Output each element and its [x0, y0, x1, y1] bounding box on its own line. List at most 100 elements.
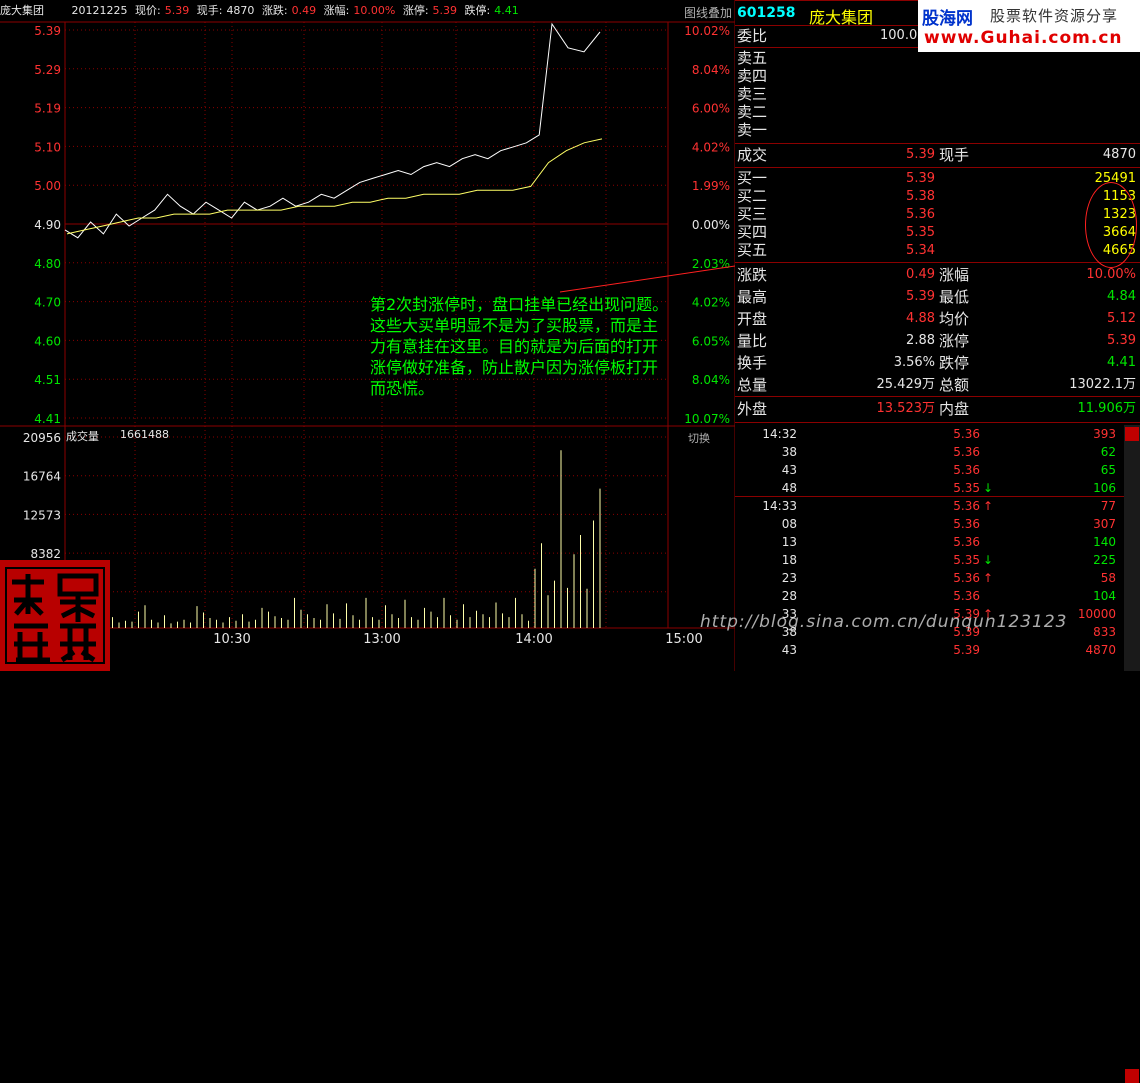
- pct-tick-label: 1.99%: [692, 179, 730, 193]
- stat-value: 3.56%: [893, 355, 935, 370]
- buy-level-row: 买二 5.38 1153: [735, 188, 1140, 206]
- volume-label: 成交量: [66, 430, 99, 443]
- price-tick-label: 5.39: [34, 24, 61, 38]
- time-tick-label: 14:00: [515, 632, 552, 647]
- stat-label: 最高: [737, 288, 768, 306]
- trade-tick-row: 43 5.39 4870: [735, 641, 1140, 659]
- sell-level-label: 卖三: [737, 85, 768, 103]
- hand-label: 现手:: [196, 4, 223, 17]
- buy-level-price: 5.35: [906, 225, 935, 240]
- tick-volume: 833: [1093, 625, 1116, 639]
- quote-topbar: 庞大集团 20121225 现价: 5.39 现手: 4870 涨跌: 0.49 涨幅…: [0, 0, 735, 22]
- blog-watermark: http://blog.sina.com.cn/dunqun123123: [700, 612, 1068, 632]
- watermark-url: www.Guhai.com.cn: [924, 28, 1123, 48]
- buy-level-label: 买三: [737, 205, 768, 223]
- stat-label-2: 最低: [939, 288, 970, 306]
- price-tick-label: 5.29: [34, 63, 61, 77]
- price-value: 5.39: [164, 4, 190, 17]
- quote-panel: 601258 庞大集团 委比 100.00 卖五 卖四 卖三 卖二 卖一 成交 5.39…: [735, 0, 1140, 1083]
- overlay-button[interactable]: 图线叠加: [684, 4, 732, 21]
- scroll-down-icon[interactable]: [1125, 1069, 1139, 1083]
- tick-price: 5.36: [953, 463, 980, 477]
- stat-label: 换手: [737, 354, 768, 372]
- time-tick-label: 15:00: [665, 632, 702, 647]
- tick-time: 23: [781, 571, 797, 585]
- scroll-up-icon[interactable]: [1125, 427, 1139, 441]
- stat-value: 4.88: [906, 311, 935, 326]
- price-tick-label: 4.80: [34, 257, 61, 271]
- pct-tick-label: 10.02%: [684, 24, 730, 38]
- pct-tick-label: 6.00%: [692, 102, 730, 116]
- price-tick-label: 4.60: [34, 334, 61, 348]
- volume-tick-label: 20956: [23, 431, 61, 445]
- stat-value-2: 5.12: [1107, 311, 1136, 326]
- stat-value-2: 4.41: [1107, 355, 1136, 370]
- price-label: 现价:: [135, 4, 161, 17]
- stat-row: 总量 25.429万 总额 13022.1万: [735, 375, 1140, 395]
- volume-value: 1661488: [120, 428, 169, 441]
- deal-hand-label: 现手: [939, 146, 970, 164]
- tick-volume: 62: [1100, 445, 1116, 459]
- annotation-text: 第2次封涨停时，盘口挂单已经出现问题。这些大买单明显不是为了买股票，而是主力有意…: [370, 295, 669, 398]
- buy-level-row: 买三 5.36 1323: [735, 206, 1140, 224]
- tick-time: 14:32: [762, 427, 797, 441]
- buy-level-row: 买一 5.39 25491: [735, 170, 1140, 188]
- stat-value-2: 4.84: [1107, 289, 1136, 304]
- stat-value: 2.88: [906, 333, 935, 348]
- tick-volume: 10000: [1077, 607, 1116, 621]
- tick-time: 18: [781, 553, 797, 567]
- sell-level-row: 卖五: [735, 50, 1140, 68]
- stat-label-2: 均价: [939, 310, 970, 328]
- tick-direction-icon: ↑: [983, 499, 994, 513]
- buy-level-label: 买四: [737, 223, 768, 241]
- price-tick-label: 5.10: [34, 140, 61, 154]
- tick-price: 5.35: [953, 481, 980, 495]
- tick-price: 5.36: [953, 571, 980, 585]
- tick-price: 5.36: [953, 445, 980, 459]
- time-tick-label: 13:00: [363, 632, 400, 647]
- pct-value: 10.00%: [353, 4, 396, 17]
- seal-stamp: [0, 560, 110, 671]
- outer-label: 外盘: [737, 400, 768, 418]
- tick-volume: 140: [1093, 535, 1116, 549]
- tick-volume: 225: [1093, 553, 1116, 567]
- buy-level-label: 买五: [737, 241, 768, 259]
- pct-tick-label: 6.05%: [692, 334, 730, 348]
- limitup-value: 5.39: [432, 4, 458, 17]
- tick-volume: 104: [1093, 589, 1116, 603]
- tick-direction-icon: ↓: [983, 481, 994, 495]
- stat-label: 总量: [737, 376, 768, 394]
- deal-label: 成交: [737, 146, 768, 164]
- average-price-line: [66, 138, 603, 235]
- pct-tick-label: 8.04%: [692, 63, 730, 77]
- outer-inner-row: 外盘 13.523万 内盘 11.906万: [735, 399, 1140, 419]
- hand-value: 4870: [226, 4, 255, 17]
- tick-time: 38: [781, 445, 797, 459]
- stat-label: 开盘: [737, 310, 768, 328]
- price-tick-label: 4.51: [34, 373, 61, 387]
- trade-date: 20121225: [71, 4, 128, 17]
- stat-label-2: 总额: [939, 376, 970, 394]
- pct-tick-label: 2.03%: [692, 257, 730, 271]
- tick-direction-icon: ↓: [983, 553, 994, 567]
- ratio-label: 委比: [737, 27, 768, 45]
- site-watermark: 股海网 股票软件资源分享 www.Guhai.com.cn: [918, 0, 1140, 52]
- tick-time: 43: [781, 463, 797, 477]
- sell-level-row: 卖一: [735, 122, 1140, 140]
- tick-time: 14:33: [762, 499, 797, 513]
- buy-level-price: 5.39: [906, 171, 935, 186]
- price-tick-label: 5.19: [34, 102, 61, 116]
- tick-price: 5.36: [953, 589, 980, 603]
- tick-scrollbar[interactable]: [1124, 425, 1140, 1083]
- sell-level-row: 卖四: [735, 68, 1140, 86]
- buy-level-price: 5.38: [906, 189, 935, 204]
- tick-time: 28: [781, 589, 797, 603]
- seal-stamp-graphic: [5, 567, 105, 664]
- sell-level-row: 卖三: [735, 86, 1140, 104]
- switch-button[interactable]: 切换: [688, 430, 710, 446]
- price-tick-label: 4.70: [34, 296, 61, 310]
- sell-level-label: 卖五: [737, 49, 768, 67]
- stat-label-2: 涨幅: [939, 266, 970, 284]
- tick-volume: 393: [1093, 427, 1116, 441]
- pct-tick-label: 4.02%: [692, 140, 730, 154]
